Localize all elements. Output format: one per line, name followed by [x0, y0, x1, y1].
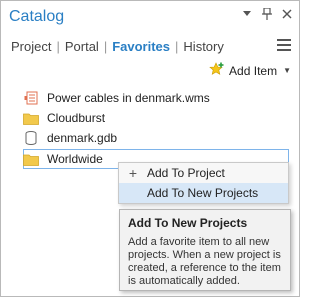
- tab-history[interactable]: History: [180, 39, 226, 54]
- dropdown-icon[interactable]: [241, 7, 253, 21]
- tooltip-title: Add To New Projects: [128, 216, 248, 230]
- wms-layer-icon: [23, 91, 39, 105]
- catalog-pane: Catalog Project | Portal | Favorites | H…: [0, 0, 300, 297]
- menu-item-label: Add To New Projects: [147, 186, 259, 200]
- list-item-label: Cloudburst: [47, 111, 106, 125]
- list-item[interactable]: Cloudburst: [23, 108, 105, 128]
- list-item-label: Power cables in denmark.wms: [47, 91, 210, 105]
- tooltip: Add To New Projects Add a favorite item …: [119, 209, 291, 291]
- tab-separator: |: [103, 39, 108, 54]
- star-add-icon: [209, 62, 225, 79]
- folder-icon: [23, 111, 39, 125]
- tab-project[interactable]: Project: [8, 39, 54, 54]
- list-item-label: denmark.gdb: [47, 131, 118, 145]
- close-icon[interactable]: [281, 7, 293, 21]
- list-item[interactable]: Power cables in denmark.wms: [23, 88, 210, 108]
- pane-titlebar: Catalog: [2, 2, 299, 32]
- menu-icon[interactable]: [277, 39, 291, 51]
- list-item[interactable]: denmark.gdb: [23, 128, 117, 148]
- context-menu: + Add To Project Add To New Projects: [118, 162, 289, 204]
- add-item-label: Add Item: [229, 63, 278, 78]
- tab-separator: |: [175, 39, 179, 54]
- chevron-down-icon: ▼: [283, 66, 291, 75]
- menu-item-add-to-new-projects[interactable]: Add To New Projects: [119, 183, 288, 203]
- tab-separator: |: [56, 39, 60, 54]
- window-controls: [241, 7, 293, 21]
- folder-icon: [23, 152, 39, 166]
- tab-favorites[interactable]: Favorites: [109, 39, 173, 54]
- menu-item-label: Add To Project: [147, 166, 225, 180]
- tooltip-body: Add a favorite item to all new projects.…: [128, 236, 281, 287]
- add-item-button[interactable]: Add Item ▼: [209, 62, 291, 79]
- tab-portal[interactable]: Portal: [62, 39, 102, 54]
- plus-icon: +: [128, 165, 138, 181]
- pin-icon[interactable]: [261, 7, 273, 21]
- list-item[interactable]: Worldwide: [23, 149, 103, 169]
- catalog-tabs: Project | Portal | Favorites | History: [8, 39, 227, 54]
- list-item-label: Worldwide: [47, 152, 103, 166]
- pane-title: Catalog: [9, 8, 65, 25]
- menu-item-add-to-project[interactable]: + Add To Project: [119, 163, 288, 183]
- geodatabase-icon: [23, 131, 39, 145]
